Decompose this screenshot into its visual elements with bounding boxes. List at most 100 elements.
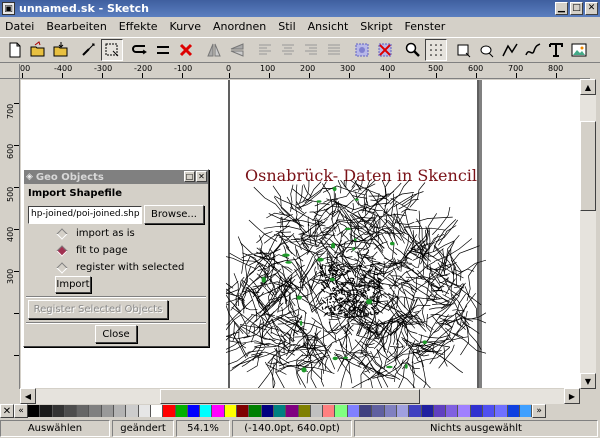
color-swatch[interactable] [28, 405, 41, 417]
vertical-ruler[interactable]: 700 600 500 400 300 [0, 79, 20, 389]
ungroup-icon[interactable] [374, 39, 396, 61]
option-import-as-is[interactable]: import as is [56, 227, 135, 240]
menu-kurve[interactable]: Kurve [169, 19, 202, 34]
vertical-scroll-thumb[interactable] [580, 121, 596, 211]
color-swatch[interactable] [286, 405, 299, 417]
dialog-maximize-icon[interactable]: □ [184, 171, 195, 182]
color-swatch[interactable] [126, 405, 139, 417]
menu-fenster[interactable]: Fenster [404, 19, 447, 34]
import-button[interactable]: Import [55, 276, 91, 293]
color-swatch[interactable] [64, 405, 78, 417]
color-swatch[interactable] [101, 405, 115, 417]
color-swatch[interactable] [52, 405, 65, 417]
city-map-drawing[interactable] [226, 180, 486, 388]
scroll-left-icon[interactable]: ◀ [20, 388, 36, 404]
ellipse-icon[interactable] [476, 39, 498, 61]
text-tool-icon[interactable] [545, 39, 567, 61]
rectangle-icon[interactable] [453, 39, 475, 61]
group-icon[interactable] [351, 39, 373, 61]
text-left-icon[interactable] [254, 39, 276, 61]
close-button[interactable]: Close [95, 325, 137, 343]
color-swatch[interactable] [298, 405, 311, 417]
radio-register-with-selected[interactable] [56, 261, 68, 274]
freehand-icon[interactable] [522, 39, 544, 61]
color-swatch[interactable] [237, 405, 250, 417]
color-swatch[interactable] [372, 405, 385, 417]
color-swatch[interactable] [433, 405, 447, 417]
radio-import-as-is[interactable] [56, 227, 68, 240]
menu-stil[interactable]: Stil [277, 19, 296, 34]
text-center-icon[interactable] [277, 39, 299, 61]
polyline-icon[interactable] [499, 39, 521, 61]
radio-fit-to-page[interactable] [56, 244, 68, 257]
delete-icon[interactable] [175, 39, 197, 61]
color-swatch[interactable] [360, 405, 373, 417]
menu-datei[interactable]: Datei [4, 19, 35, 34]
maximize-icon[interactable]: □ [570, 2, 583, 15]
menu-skript[interactable]: Skript [359, 19, 393, 34]
option-fit-to-page[interactable]: fit to page [56, 244, 128, 257]
no-color-icon[interactable]: ✕ [0, 404, 14, 418]
color-swatch[interactable] [77, 405, 90, 417]
new-file-icon[interactable] [4, 39, 26, 61]
color-swatch[interactable] [519, 405, 533, 417]
color-swatch[interactable] [89, 405, 102, 417]
color-swatch[interactable] [40, 405, 53, 417]
close-icon[interactable]: ✕ [585, 2, 598, 15]
select-node-icon[interactable] [78, 39, 100, 61]
color-swatch[interactable] [249, 405, 262, 417]
menu-bearbeiten[interactable]: Bearbeiten [45, 19, 107, 34]
save-file-icon[interactable] [50, 39, 72, 61]
horizontal-scroll-thumb[interactable] [160, 389, 420, 404]
color-swatch[interactable] [150, 405, 164, 417]
color-swatch[interactable] [187, 405, 201, 417]
scroll-right-icon[interactable]: ▶ [564, 388, 580, 404]
option-register-with-selected[interactable]: register with selected [56, 261, 184, 274]
shapefile-path-input[interactable]: hp-joined/poi-joined.shp [28, 206, 142, 224]
color-swatch[interactable] [261, 405, 274, 417]
color-swatch[interactable] [347, 405, 361, 417]
color-swatch[interactable] [421, 405, 434, 417]
text-justify-icon[interactable] [323, 39, 345, 61]
color-swatch[interactable] [273, 405, 287, 417]
app-icon[interactable]: ▣ [2, 2, 15, 15]
color-swatch[interactable] [507, 405, 520, 417]
color-swatch[interactable] [138, 405, 151, 417]
open-file-icon[interactable] [27, 39, 49, 61]
color-swatch[interactable] [458, 405, 471, 417]
minimize-icon[interactable]: ▁ [555, 2, 568, 15]
palette-right-icon[interactable]: » [532, 404, 547, 418]
align-icon[interactable] [152, 39, 174, 61]
color-swatch[interactable] [384, 405, 397, 417]
grid-icon[interactable] [425, 39, 447, 61]
dialog-close-icon[interactable]: ✕ [196, 171, 207, 182]
browse-button[interactable]: Browse... [144, 205, 204, 224]
horizontal-ruler[interactable]: 00 -400 -300 -200 -100 0 100 200 300 400… [20, 64, 590, 79]
color-swatch[interactable] [323, 405, 336, 417]
menu-ansicht[interactable]: Ansicht [307, 19, 350, 34]
menu-anordnen[interactable]: Anordnen [212, 19, 267, 34]
color-swatch[interactable] [396, 405, 410, 417]
register-selected-objects-button[interactable]: Register Selected Objects [28, 300, 168, 319]
text-right-icon[interactable] [300, 39, 322, 61]
color-swatch[interactable] [114, 405, 127, 417]
vertical-scrollbar[interactable]: ▲ ▼ [580, 79, 596, 389]
bezier-icon[interactable] [129, 39, 151, 61]
color-swatch[interactable] [470, 405, 483, 417]
color-swatch[interactable] [200, 405, 213, 417]
flip-v-icon[interactable] [226, 39, 248, 61]
dialog-titlebar[interactable]: ◈ Geo Objects □ ✕ [24, 170, 208, 184]
palette-left-icon[interactable]: « [14, 404, 28, 418]
select-edit-icon[interactable] [101, 39, 123, 61]
color-swatch[interactable] [163, 405, 176, 417]
color-swatch[interactable] [495, 405, 508, 417]
horizontal-scrollbar[interactable]: ◀ ▶ [20, 388, 580, 404]
color-swatch[interactable] [310, 405, 324, 417]
menu-effekte[interactable]: Effekte [118, 19, 159, 34]
color-swatch[interactable] [409, 405, 422, 417]
image-tool-icon[interactable] [568, 39, 590, 61]
scroll-up-icon[interactable]: ▲ [580, 79, 596, 95]
color-swatch[interactable] [175, 405, 188, 417]
flip-h-icon[interactable] [203, 39, 225, 61]
color-swatch[interactable] [335, 405, 348, 417]
